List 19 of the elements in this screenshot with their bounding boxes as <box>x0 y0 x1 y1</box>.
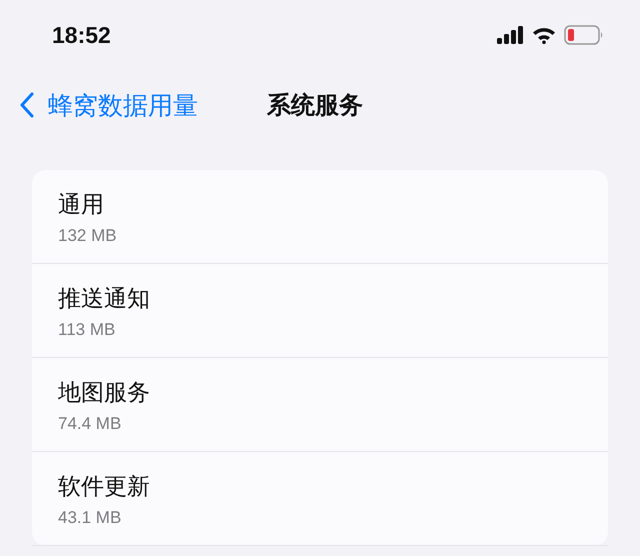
chevron-left-icon <box>20 92 34 118</box>
list-item[interactable]: 软件更新 43.1 MB <box>32 452 608 546</box>
list-item[interactable]: 推送通知 113 MB <box>32 264 608 358</box>
item-usage: 132 MB <box>58 226 118 246</box>
item-title: 地图服务 <box>58 378 151 408</box>
item-title: 软件更新 <box>58 472 151 502</box>
list-item[interactable]: 地图服务 74.4 MB <box>32 358 608 452</box>
item-usage: 113 MB <box>58 320 116 340</box>
list-item[interactable]: 通用 132 MB <box>32 170 608 264</box>
back-button[interactable]: 蜂窝数据用量 <box>20 88 252 122</box>
page-title: 系统服务 <box>267 90 363 121</box>
item-title: 推送通知 <box>58 284 151 314</box>
item-usage: 74.4 MB <box>58 414 122 434</box>
status-time: 18:52 <box>52 22 111 48</box>
battery-icon <box>564 25 604 45</box>
cellular-signal-icon <box>497 26 524 44</box>
item-usage: 43.1 MB <box>58 508 122 528</box>
item-title: 通用 <box>58 190 105 220</box>
wifi-icon <box>532 26 556 44</box>
